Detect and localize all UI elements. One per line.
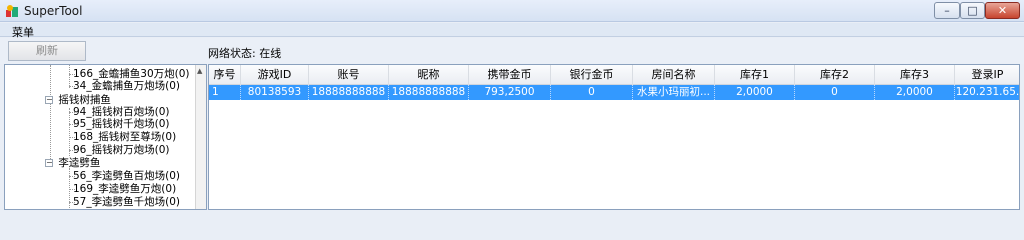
tree-item-label: 166_金蟾捕鱼30万炮(0) xyxy=(73,68,190,80)
tree-item-label: 56_李逵劈鱼百炮场(0) xyxy=(73,170,180,182)
table-cell: 0 xyxy=(795,85,875,100)
column-header[interactable]: 序号 xyxy=(209,65,241,85)
table-cell: 80138593 xyxy=(241,85,309,100)
tree-group[interactable]: − 摇钱树捕鱼 xyxy=(45,94,111,106)
table-cell: 0 xyxy=(551,85,633,100)
tree-item[interactable]: 57_李逵劈鱼千炮场(0) xyxy=(65,196,180,208)
grid-header: 序号 游戏ID 账号 昵称 携带金币 银行金币 房间名称 库存1 库存2 库存3… xyxy=(209,65,1019,85)
tree-connector xyxy=(50,65,51,167)
table-cell: 水果小玛丽初... xyxy=(633,85,715,100)
tree-item[interactable]: 34_金蟾捕鱼万炮场(0) xyxy=(65,80,180,92)
collapse-icon[interactable]: − xyxy=(45,159,53,167)
tree-item[interactable]: 95_摇钱树千炮场(0) xyxy=(65,118,169,130)
column-header[interactable]: 库存2 xyxy=(795,65,875,85)
table-cell: 1 xyxy=(209,85,241,100)
tree-item[interactable]: 56_李逵劈鱼百炮场(0) xyxy=(65,170,180,182)
close-button[interactable]: ✕ xyxy=(985,2,1020,19)
tree-item[interactable]: 94_摇钱树百炮场(0) xyxy=(65,106,169,118)
tree-item-label: 169_李逵劈鱼万炮(0) xyxy=(73,183,177,195)
network-status: 网络状态: 在线 xyxy=(208,47,282,60)
tree-item-label: 34_金蟾捕鱼万炮场(0) xyxy=(73,80,180,92)
column-header[interactable]: 携带金币 xyxy=(469,65,551,85)
minimize-button[interactable]: – xyxy=(934,2,960,19)
table-cell: 120.231.65. xyxy=(955,86,1020,98)
tree-item-label: 57_李逵劈鱼千炮场(0) xyxy=(73,196,180,208)
window-title: SuperTool xyxy=(24,4,83,18)
player-grid[interactable]: 序号 游戏ID 账号 昵称 携带金币 银行金币 房间名称 库存1 库存2 库存3… xyxy=(208,64,1020,210)
table-cell: 18888888888 xyxy=(309,85,389,100)
tree-group[interactable]: − 李逵劈鱼 xyxy=(45,157,100,169)
tree-group-label: 李逵劈鱼 xyxy=(58,157,101,169)
tree-item[interactable]: 168_摇钱树至尊场(0) xyxy=(65,131,176,143)
toolbar: 刷新 网络状态: 在线 xyxy=(0,38,1024,64)
table-cell: 18888888888 xyxy=(389,85,469,100)
tree-item-label: 95_摇钱树千炮场(0) xyxy=(73,118,170,130)
table-row[interactable]: 1 80138593 18888888888 18888888888 793,2… xyxy=(209,85,1020,100)
column-header[interactable]: 登录IP xyxy=(955,65,1019,85)
table-cell: 2,0000 xyxy=(875,85,955,100)
tree-group-label: 摇钱树捕鱼 xyxy=(58,94,111,106)
column-header[interactable]: 账号 xyxy=(309,65,389,85)
tree-item-label: 168_摇钱树至尊场(0) xyxy=(73,131,177,143)
app-icon xyxy=(6,5,18,17)
column-header[interactable]: 昵称 xyxy=(389,65,469,85)
scroll-up-arrow-icon[interactable]: ▲ xyxy=(197,67,202,75)
title-bar: SuperTool – □ ✕ xyxy=(0,0,1024,22)
tree-item[interactable]: 96_摇钱树万炮场(0) xyxy=(65,144,169,156)
maximize-button[interactable]: □ xyxy=(960,2,985,19)
column-header[interactable]: 游戏ID xyxy=(241,65,309,85)
tree-item-label: 96_摇钱树万炮场(0) xyxy=(73,144,170,156)
room-tree[interactable]: 166_金蟾捕鱼30万炮(0) 34_金蟾捕鱼万炮场(0) − 摇钱树捕鱼 94… xyxy=(4,64,207,210)
tree-item[interactable]: 169_李逵劈鱼万炮(0) xyxy=(65,183,176,195)
table-cell: 2,0000 xyxy=(715,85,795,100)
column-header[interactable]: 房间名称 xyxy=(633,65,715,85)
column-header[interactable]: 库存1 xyxy=(715,65,795,85)
column-header[interactable]: 银行金币 xyxy=(551,65,633,85)
collapse-icon[interactable]: − xyxy=(45,96,53,104)
tree-item[interactable]: 166_金蟾捕鱼30万炮(0) xyxy=(65,68,190,80)
refresh-button[interactable]: 刷新 xyxy=(8,41,86,61)
table-cell: 793,2500 xyxy=(469,85,551,100)
column-header[interactable]: 库存3 xyxy=(875,65,955,85)
menu-bar: 菜单 xyxy=(0,23,1024,39)
tree-item-label: 94_摇钱树百炮场(0) xyxy=(73,106,170,118)
tree-scrollbar[interactable]: ▲ xyxy=(195,65,206,209)
